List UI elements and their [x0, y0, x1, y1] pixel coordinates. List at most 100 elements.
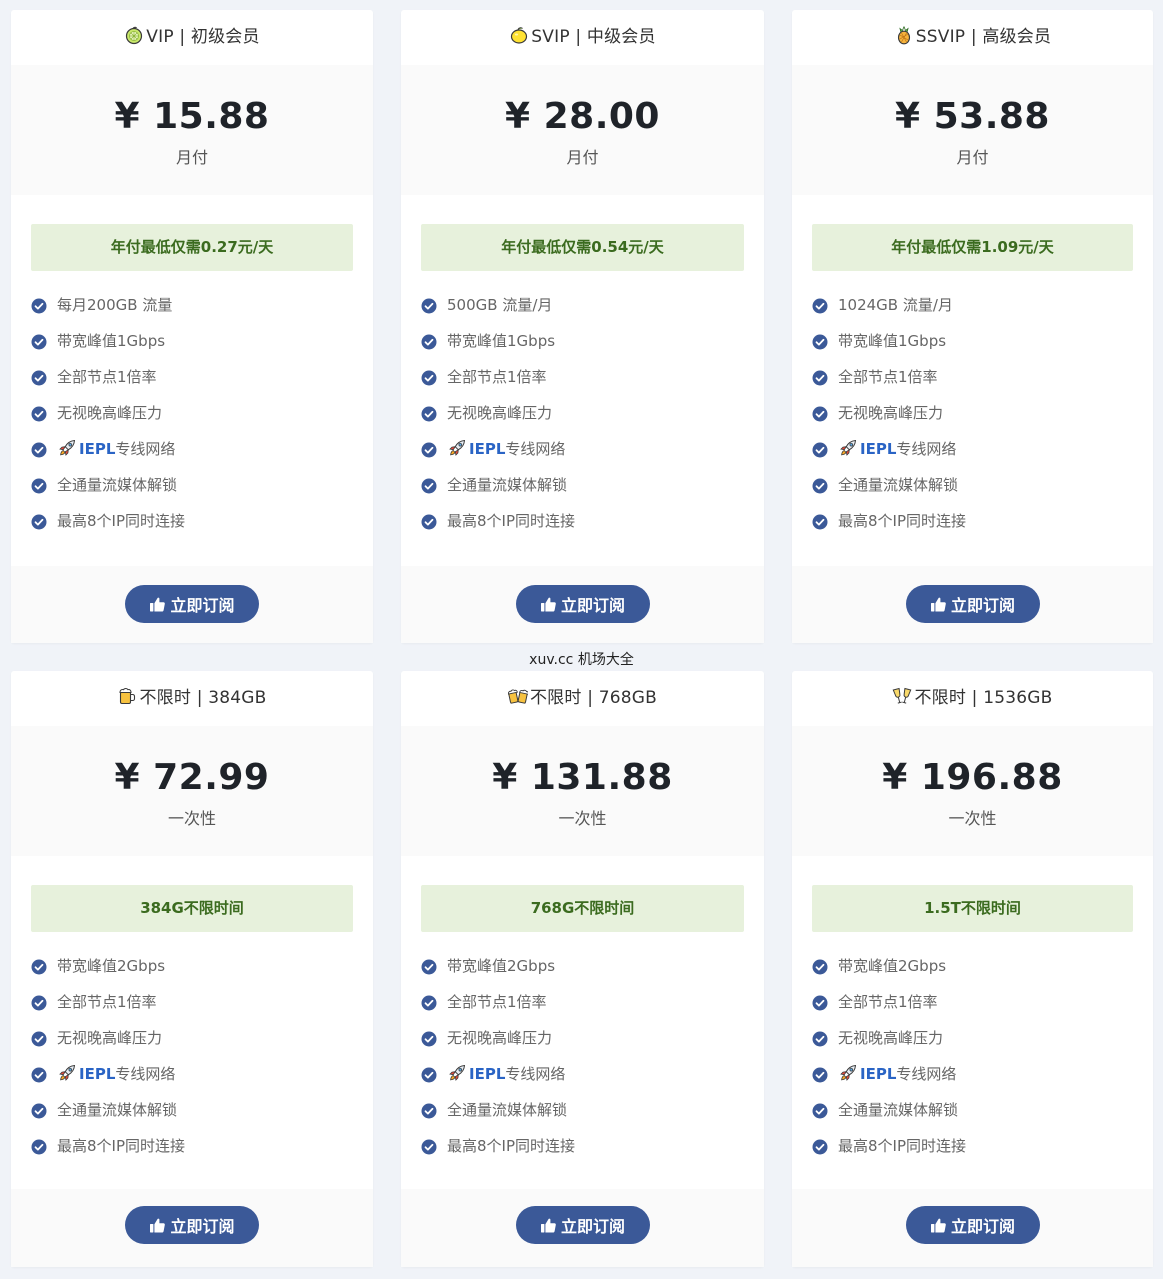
plans-row-onetime: 不限时 | 384GB ¥ 72.99 一次性 384G不限时间 带宽峰值2Gbps 全部… — [0, 671, 1163, 1267]
feature-text: 最高8个IP同时连接 — [57, 512, 186, 530]
feature-item: 无视晚高峰压力 — [31, 1026, 373, 1062]
check-circle-icon — [812, 1066, 828, 1083]
check-circle-icon — [421, 994, 437, 1011]
beer-mug-icon — [117, 674, 137, 705]
feature-item: 最高8个IP同时连接 — [421, 509, 764, 545]
feature-item: 无视晚高峰压力 — [421, 1026, 764, 1062]
feature-item: IEPL专线网络 — [31, 1062, 373, 1098]
price-block: ¥ 72.99 一次性 — [11, 726, 373, 856]
plan-card: SSVIP | 高级会员 ¥ 53.88 月付 年付最低仅需1.09元/天 1024GB… — [792, 10, 1153, 643]
check-circle-icon — [421, 1138, 437, 1155]
check-circle-icon — [812, 333, 828, 350]
price-block: ¥ 53.88 月付 — [792, 65, 1153, 195]
thumbs-up-icon — [540, 1217, 557, 1234]
iepl-tag: IEPL — [79, 1065, 116, 1083]
feature-item: 全部节点1倍率 — [31, 365, 373, 401]
rocket-icon — [838, 1063, 858, 1083]
feature-text: 全部节点1倍率 — [57, 993, 157, 1011]
check-circle-icon — [812, 1138, 828, 1155]
subscribe-button[interactable]: 立即订阅 — [515, 1206, 650, 1244]
check-circle-icon — [31, 333, 47, 350]
feature-item: 全部节点1倍率 — [812, 990, 1153, 1026]
plan-price: ¥ 15.88 — [114, 96, 270, 137]
feature-text: 全通量流媒体解锁 — [838, 476, 959, 494]
feature-text: 带宽峰值1Gbps — [57, 332, 166, 350]
feature-text: 全部节点1倍率 — [838, 993, 938, 1011]
iepl-tag: IEPL — [860, 440, 897, 458]
feature-item: 带宽峰值2Gbps — [812, 954, 1153, 990]
feature-item: 1024GB 流量/月 — [812, 293, 1153, 329]
feature-text: IEPL专线网络 — [57, 1062, 175, 1086]
feature-text: 全通量流媒体解锁 — [57, 1101, 178, 1119]
feature-item: 全通量流媒体解锁 — [812, 1098, 1153, 1134]
watermark-text: xuv.cc 机场大全 — [529, 652, 634, 668]
rocket-icon — [447, 1063, 467, 1083]
feature-rest-text: 专线网络 — [896, 440, 957, 458]
check-circle-icon — [812, 1030, 828, 1047]
billing-period: 月付 — [175, 148, 208, 167]
feature-text: 带宽峰值2Gbps — [447, 957, 556, 975]
plan-highlight-banner: 年付最低仅需0.27元/天 — [31, 224, 353, 271]
plan-title: 不限时 | 1536GB — [792, 671, 1153, 726]
feature-item: 带宽峰值2Gbps — [31, 954, 373, 990]
feature-item: 最高8个IP同时连接 — [812, 1134, 1153, 1170]
rocket-icon — [447, 438, 467, 458]
plan-card: SVIP | 中级会员 ¥ 28.00 月付 年付最低仅需0.54元/天 500GB 流… — [401, 10, 764, 643]
feature-text: 全通量流媒体解锁 — [447, 476, 568, 494]
thumbs-up-icon — [149, 596, 166, 613]
check-circle-icon — [421, 958, 437, 975]
check-circle-icon — [31, 513, 47, 530]
card-footer: 立即订阅 — [792, 566, 1153, 643]
feature-text: IEPL专线网络 — [57, 437, 175, 461]
thumbs-up-icon — [149, 1217, 166, 1234]
feature-text: IEPL专线网络 — [838, 1062, 956, 1086]
feature-item: 带宽峰值2Gbps — [421, 954, 764, 990]
subscribe-button[interactable]: 立即订阅 — [125, 585, 259, 623]
subscribe-button[interactable]: 立即订阅 — [905, 1206, 1040, 1244]
check-circle-icon — [812, 1102, 828, 1119]
plan-highlight-banner: 1.5T不限时间 — [812, 885, 1133, 932]
feature-item: 全部节点1倍率 — [421, 365, 764, 401]
subscribe-button[interactable]: 立即订阅 — [125, 1206, 259, 1244]
feature-item: 带宽峰值1Gbps — [421, 329, 764, 365]
feature-item: 最高8个IP同时连接 — [31, 1134, 373, 1170]
subscribe-button[interactable]: 立即订阅 — [905, 585, 1040, 623]
check-circle-icon — [421, 513, 437, 530]
feature-item: 全通量流媒体解锁 — [31, 1098, 373, 1134]
feature-item: IEPL专线网络 — [421, 437, 764, 473]
feature-rest-text: 专线网络 — [115, 1065, 176, 1083]
feature-text: 全部节点1倍率 — [447, 993, 547, 1011]
feature-item: IEPL专线网络 — [31, 437, 373, 473]
price-block: ¥ 28.00 月付 — [401, 65, 764, 195]
check-circle-icon — [31, 441, 47, 458]
feature-text: IEPL专线网络 — [838, 437, 956, 461]
plans-row-monthly: VIP | 初级会员 ¥ 15.88 月付 年付最低仅需0.27元/天 每月200GB … — [0, 10, 1163, 643]
feature-text: 带宽峰值1Gbps — [447, 332, 556, 350]
check-circle-icon — [812, 297, 828, 314]
feature-list: 500GB 流量/月 带宽峰值1Gbps 全部节点1倍率 无视晚高峰压力 IEPL专线网… — [401, 293, 764, 545]
check-circle-icon — [421, 1066, 437, 1083]
subscribe-button-label: 立即订阅 — [560, 596, 625, 615]
feature-text: 带宽峰值1Gbps — [838, 332, 947, 350]
price-block: ¥ 131.88 一次性 — [401, 726, 764, 856]
plan-card: 不限时 | 768GB ¥ 131.88 一次性 768G不限时间 带宽峰值2Gbps 全… — [401, 671, 764, 1267]
subscribe-button[interactable]: 立即订阅 — [515, 585, 650, 623]
feature-item: IEPL专线网络 — [812, 437, 1153, 473]
subscribe-button-label: 立即订阅 — [560, 1217, 625, 1236]
card-footer: 立即订阅 — [11, 566, 373, 643]
check-circle-icon — [31, 369, 47, 386]
feature-item: 带宽峰值1Gbps — [812, 329, 1153, 365]
feature-list: 每月200GB 流量 带宽峰值1Gbps 全部节点1倍率 无视晚高峰压力 IEPL专线网… — [11, 293, 373, 545]
feature-text: 无视晚高峰压力 — [447, 1029, 553, 1047]
feature-text: 最高8个IP同时连接 — [447, 512, 576, 530]
lemon-icon — [509, 13, 529, 44]
check-circle-icon — [31, 477, 47, 494]
subscribe-button-label: 立即订阅 — [170, 596, 235, 615]
feature-text: 全部节点1倍率 — [447, 368, 547, 386]
subscribe-button-label: 立即订阅 — [170, 1217, 235, 1236]
feature-item: 全通量流媒体解锁 — [421, 1098, 764, 1134]
feature-item: 全部节点1倍率 — [421, 990, 764, 1026]
check-circle-icon — [31, 1066, 47, 1083]
check-circle-icon — [31, 297, 47, 314]
check-circle-icon — [31, 1102, 47, 1119]
